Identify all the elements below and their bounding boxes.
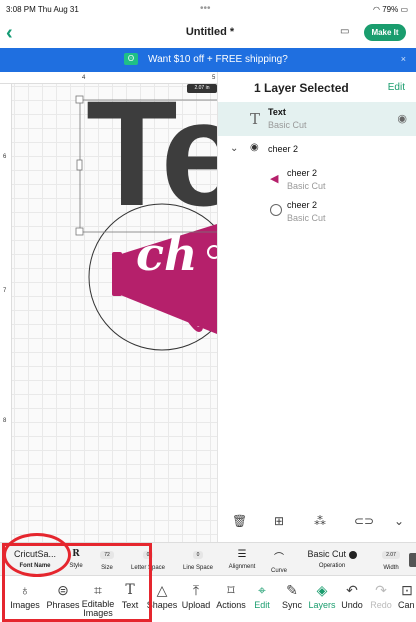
canvas-button[interactable]: ⊡ Can (398, 576, 416, 622)
back-chevron-icon[interactable]: ‹ (6, 22, 13, 45)
layers-panel: 1 Layer Selected Edit T Text Basic Cut ◉… (217, 72, 416, 542)
battery-icon: ▭ (400, 5, 408, 14)
undo-icon: ↶ (346, 582, 358, 598)
upload-button[interactable]: ⤒ Upload (180, 576, 212, 622)
megaphone-thumbnail-icon: ◀ (270, 173, 279, 185)
title-bar: ‹ Untitled * ▭ Make It (0, 18, 416, 48)
promo-banner[interactable]: ʘ Want $10 off + FREE shipping? × (0, 48, 416, 72)
sync-button[interactable]: ✎ Sync (280, 576, 304, 622)
attach-icon[interactable]: ⊂⊃ (354, 514, 374, 528)
document-title: Untitled * (185, 26, 235, 38)
operation-control[interactable]: Basic Cut Operation (302, 543, 362, 577)
selection-handle[interactable] (75, 227, 84, 236)
design-canvas[interactable]: Te ch (0, 72, 217, 542)
curve-control[interactable]: ⌒ Curve (264, 543, 294, 577)
selection-handle[interactable] (76, 159, 83, 171)
layer-row-cheer-1[interactable]: ◀ cheer 2 Basic Cut (218, 164, 416, 196)
eye-icon[interactable]: ◉ (397, 112, 407, 125)
dimension-badge: 2.07 in (187, 84, 217, 93)
redo-button[interactable]: ↷ Redo (369, 576, 393, 622)
alignment-control[interactable]: ☰ Alignment (222, 543, 262, 577)
layers-panel-title: 1 Layer Selected (254, 81, 349, 95)
battery-indicator: ◠ 79% ▭ (372, 5, 408, 14)
lock-toggle[interactable] (409, 553, 416, 567)
duplicate-icon[interactable]: ⊞ (274, 514, 284, 528)
redo-icon: ↷ (375, 582, 387, 598)
ruler-left: 6 7 8 (0, 84, 12, 542)
undo-button[interactable]: ↶ Undo (339, 576, 365, 622)
status-time: 3:08 PM Thu Aug 31 (6, 5, 79, 14)
layer-group-cheer[interactable]: ⌄ ◉ cheer 2 (218, 138, 416, 160)
curve-icon: ⌒ (274, 553, 284, 564)
trash-icon[interactable]: 🗑 (232, 514, 247, 528)
operation-color-dot (348, 550, 357, 559)
group-icon[interactable]: ⁂ (314, 514, 326, 528)
layers-icon: ◈ (316, 582, 328, 598)
status-dots: ••• (200, 3, 211, 14)
line-space-control[interactable]: 0 Line Space (176, 543, 220, 577)
layers-panel-header: 1 Layer Selected Edit (218, 72, 416, 102)
make-it-button[interactable]: Make It (364, 24, 406, 41)
edit-icon: ⌖ (258, 582, 266, 598)
chevron-down-icon[interactable]: ⌄ (230, 143, 238, 154)
artwork-text[interactable]: Te (86, 78, 217, 228)
promo-text: Want $10 off + FREE shipping? (148, 54, 288, 65)
layers-edit-button[interactable]: Edit (388, 82, 405, 93)
selection-handle[interactable] (75, 95, 84, 104)
promo-tag-icon: ʘ (124, 53, 138, 65)
circle-outline-icon (270, 204, 282, 216)
layer-row-cheer-2[interactable]: cheer 2 Basic Cut (218, 196, 416, 228)
wifi-icon: ◠ (372, 5, 383, 14)
edit-button[interactable]: ⌖ Edit (252, 576, 272, 622)
align-center-icon: ☰ (237, 549, 247, 560)
layers-tools: 🗑 ⊞ ⁂ ⊂⊃ ⌄ (218, 506, 416, 542)
upload-icon: ⤒ (192, 582, 200, 598)
status-bar: 3:08 PM Thu Aug 31 ••• ◠ 79% ▭ (0, 0, 416, 18)
canvas-icon: ⊡ (401, 582, 413, 598)
megaphone-icon: ◉ (250, 142, 259, 153)
width-control[interactable]: 2.07 Width (376, 543, 406, 577)
sync-brush-icon: ✎ (286, 582, 298, 598)
calendar-icon[interactable]: ▭ (340, 26, 349, 37)
text-T-icon: T (250, 110, 261, 128)
close-banner-icon[interactable]: × (401, 54, 406, 64)
ruler-top: 4 5 (0, 72, 217, 84)
actions-button[interactable]: ⌑ Actions (214, 576, 248, 622)
artwork-script-text[interactable]: ch (136, 224, 197, 284)
combine-icon[interactable]: ⌄ (394, 514, 404, 528)
annotation-circle (3, 533, 71, 577)
layers-button[interactable]: ◈ Layers (308, 576, 336, 622)
layer-row-text[interactable]: T Text Basic Cut ◉ (218, 102, 416, 136)
actions-icon: ⌑ (227, 582, 235, 598)
